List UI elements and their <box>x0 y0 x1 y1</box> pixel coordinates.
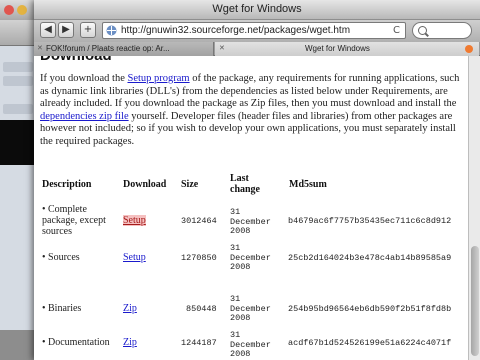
table-row-date: 31 December 2008 <box>230 294 271 323</box>
column-header-md5sum: Md5sum <box>289 179 327 190</box>
tab-favicon-icon <box>465 45 473 53</box>
tab-label: Wget for Windows <box>305 44 370 53</box>
table-row-md5: b4679ac6f7757b35435ec711c6c8d912 <box>288 216 452 226</box>
search-icon <box>418 26 427 35</box>
browser-window: Wget for Windows ◀ ▶ + http://gnuwin32.s… <box>34 0 480 360</box>
table-row-size: 850448 <box>186 304 217 314</box>
tab-close-icon[interactable]: ✕ <box>219 42 225 56</box>
forward-arrow-icon[interactable]: ▶ <box>58 22 74 38</box>
table-row-date: 31 December 2008 <box>230 207 271 236</box>
minimize-window-icon[interactable] <box>17 5 27 15</box>
table-row-date: 31 December 2008 <box>230 243 271 272</box>
scrollbar-thumb[interactable] <box>471 246 479 356</box>
column-header-size: Size <box>181 179 199 190</box>
download-binaries-zip-link[interactable]: Zip <box>123 303 137 314</box>
url-text: http://gnuwin32.sourceforge.net/packages… <box>121 25 351 36</box>
column-header-description: Description <box>42 179 92 190</box>
sidebar-row[interactable] <box>3 62 33 72</box>
close-window-icon[interactable] <box>4 5 14 15</box>
window-titlebar: Wget for Windows <box>34 0 480 20</box>
table-row-size: 3012464 <box>181 216 217 226</box>
table-row-download: Setup <box>123 252 146 263</box>
table-row-md5: 254b95bd96564eb6db590f2b51f8fd8b <box>288 304 452 314</box>
vertical-scrollbar[interactable] <box>468 56 480 360</box>
tab-bar: ✕ FOK!forum / Plaats reactie op: Ar... ✕… <box>34 42 480 56</box>
table-row-download: Zip <box>123 303 137 314</box>
table-row-size: 1270850 <box>181 253 217 263</box>
table-row-description: • Complete package, except sources <box>42 204 106 237</box>
browser-toolbar: ◀ ▶ + http://gnuwin32.sourceforge.net/pa… <box>34 20 480 42</box>
dependencies-zip-link[interactable]: dependencies zip file <box>40 111 129 122</box>
table-row-description: • Documentation <box>42 337 110 348</box>
table-row-md5: 25cb2d164024b3e478c4ab14b89585a9 <box>288 253 452 263</box>
column-header-last-change: Last change <box>230 173 260 195</box>
table-row-md5: acdf67b1d524526199e51a6224c4071f <box>288 338 452 348</box>
paragraph-text: If you download the <box>40 73 128 84</box>
page-heading: Download <box>40 56 112 64</box>
download-paragraph: If you download the Setup program of the… <box>40 73 464 149</box>
setup-program-link[interactable]: Setup program <box>127 73 189 84</box>
tab-wget-for-windows[interactable]: ✕ Wget for Windows <box>215 42 479 56</box>
column-header-download: Download <box>123 179 167 190</box>
search-input[interactable] <box>412 22 472 39</box>
table-row-download: Zip <box>123 337 137 348</box>
add-bookmark-icon[interactable]: + <box>80 22 96 38</box>
address-bar[interactable]: http://gnuwin32.sourceforge.net/packages… <box>102 22 406 39</box>
table-row-description: • Binaries <box>42 303 82 314</box>
download-setup-link[interactable]: Setup <box>123 215 146 226</box>
background-terminal <box>0 120 36 165</box>
table-row-size: 1244187 <box>181 338 217 348</box>
tab-close-icon[interactable]: ✕ <box>37 42 43 56</box>
table-row-download: Setup <box>123 215 146 226</box>
download-sources-setup-link[interactable]: Setup <box>123 252 146 263</box>
site-favicon-icon <box>106 25 117 36</box>
page-content: Download If you download the Setup progr… <box>34 56 468 360</box>
reload-icon[interactable]: C <box>393 25 400 36</box>
table-row-description: • Sources <box>42 252 80 263</box>
tab-label: FOK!forum / Plaats reactie op: Ar... <box>46 44 170 53</box>
table-row-date: 31 December 2008 <box>230 330 271 359</box>
sidebar-row[interactable] <box>3 104 33 114</box>
window-title: Wget for Windows <box>212 3 302 15</box>
download-documentation-zip-link[interactable]: Zip <box>123 337 137 348</box>
back-arrow-icon[interactable]: ◀ <box>40 22 56 38</box>
sidebar-row[interactable] <box>3 76 33 86</box>
tab-fok-forum[interactable]: ✕ FOK!forum / Plaats reactie op: Ar... <box>34 42 214 56</box>
